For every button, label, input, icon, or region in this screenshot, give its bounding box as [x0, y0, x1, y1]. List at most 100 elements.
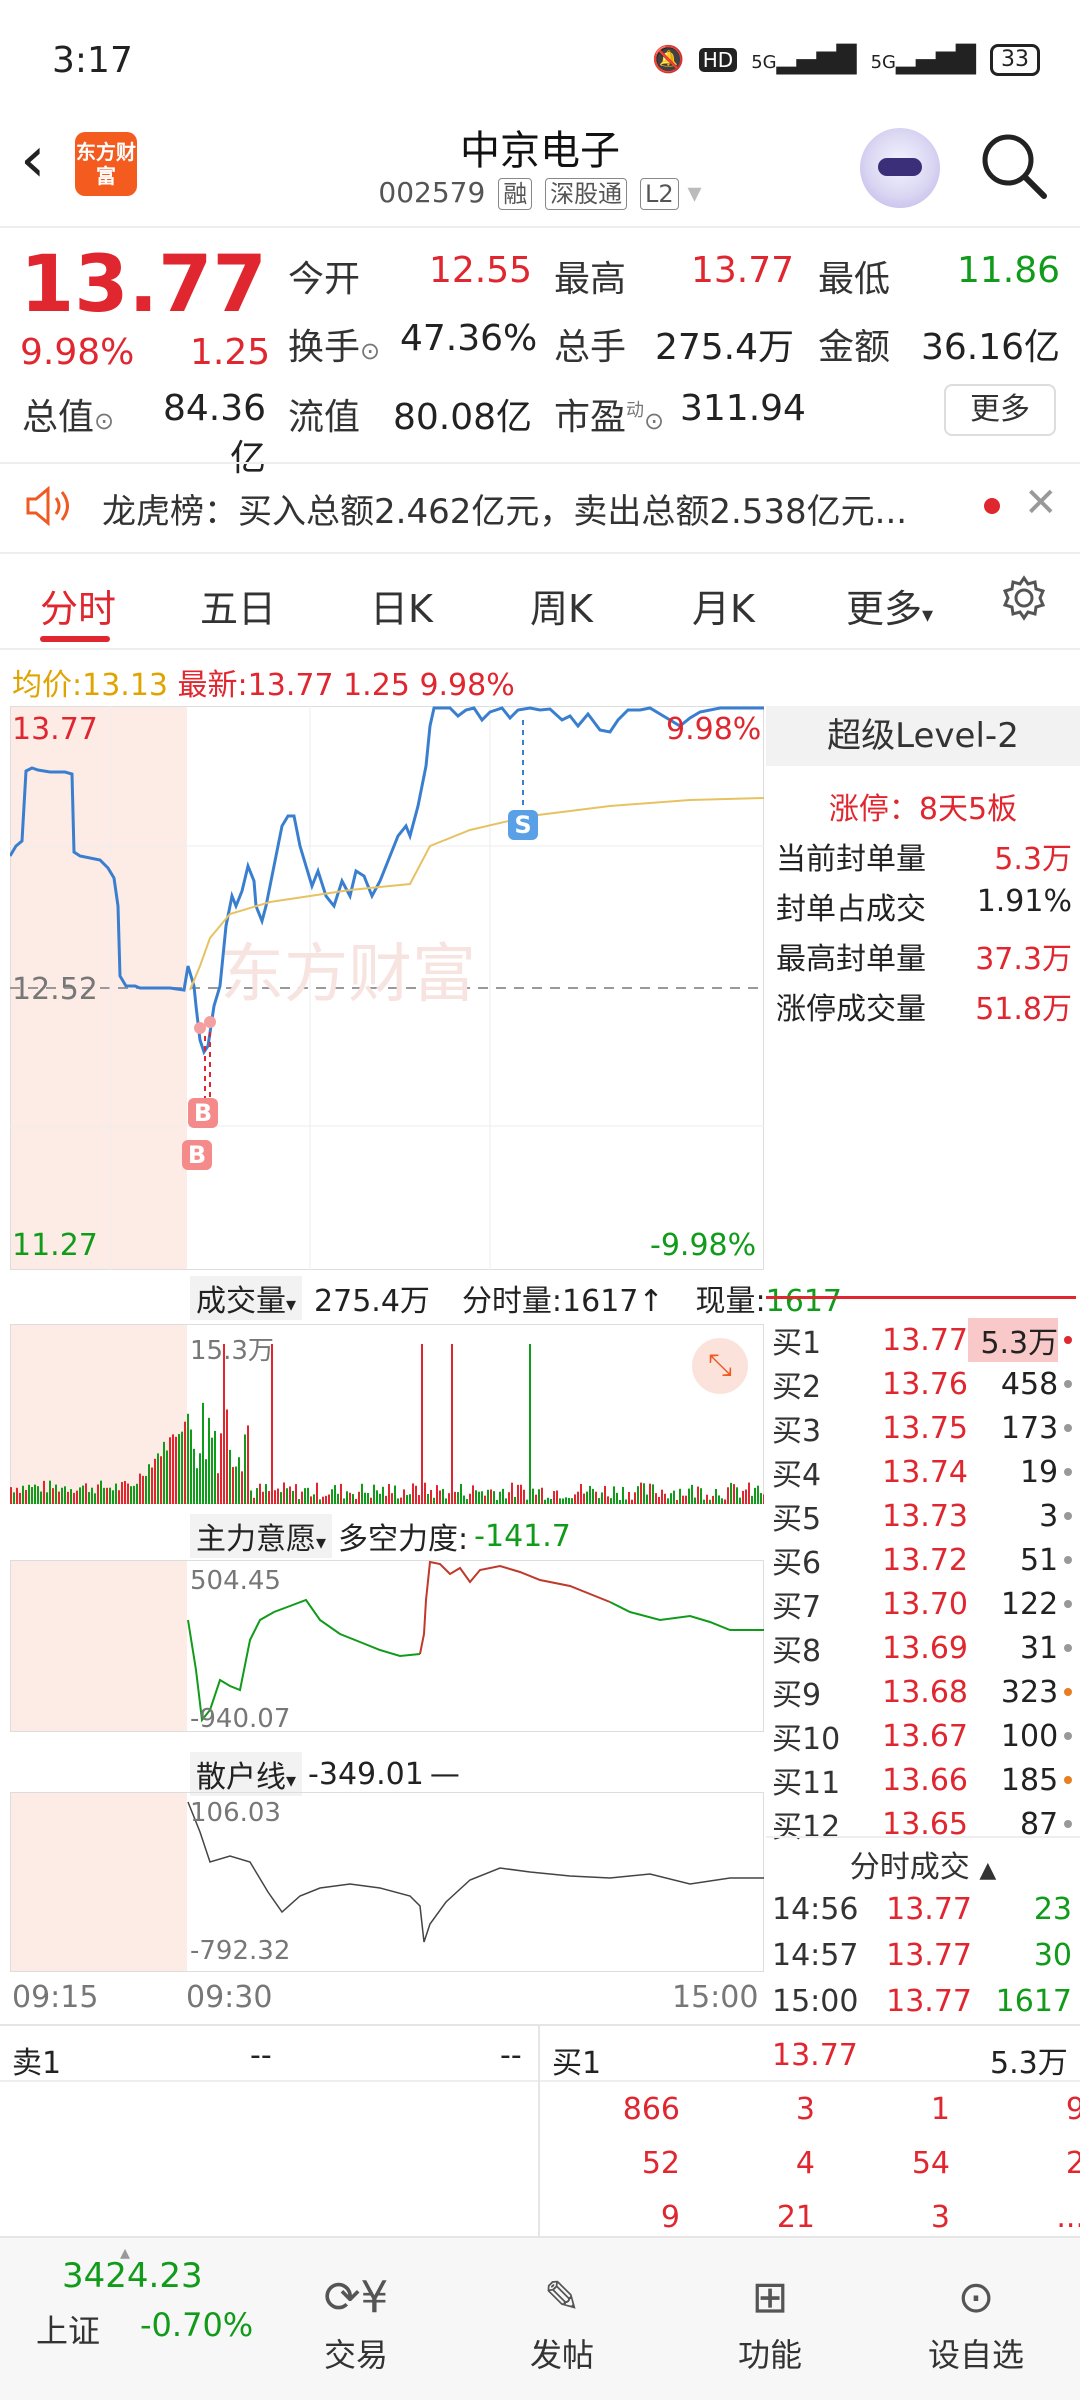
close-icon[interactable]: ✕	[1024, 480, 1058, 526]
volume-bar	[178, 1434, 180, 1504]
volume-bar	[490, 1489, 492, 1504]
book-dot	[1064, 1556, 1072, 1564]
sell-marker[interactable]: S	[508, 810, 538, 840]
hd-icon: HD	[698, 48, 738, 72]
book-row[interactable]: 买8 13.69 31	[772, 1626, 1072, 1670]
sell1-label: 卖1	[12, 2046, 62, 2081]
volume-selector[interactable]: 成交量▾	[190, 1276, 303, 1320]
tab-five-day[interactable]: 五日	[200, 578, 276, 633]
volume-bar	[298, 1499, 300, 1504]
gear-icon[interactable]	[1000, 574, 1048, 622]
trade-row: 14:57 13.77 30	[772, 1938, 1072, 1973]
volume-bar	[412, 1483, 414, 1504]
more-button[interactable]: 更多	[944, 384, 1056, 436]
index-pct[interactable]: -0.70%	[140, 2306, 253, 2344]
volume-bar	[514, 1496, 516, 1504]
volume-bar	[292, 1490, 294, 1504]
l2-tag[interactable]: L2	[640, 178, 679, 210]
assistant-robot-icon[interactable]	[860, 128, 940, 208]
tab-more[interactable]: 更多▾	[846, 578, 933, 633]
volume-bar	[415, 1485, 417, 1504]
volume-bar	[106, 1487, 108, 1504]
time-close: 15:00	[672, 1980, 759, 2015]
index-name[interactable]: 上证	[36, 2306, 100, 2352]
volume-bar	[562, 1498, 564, 1504]
buy1-vol: 5.3万	[990, 2046, 1068, 2081]
volume-bar	[325, 1495, 327, 1504]
trades-title[interactable]: 分时成交 ▲	[766, 1842, 1080, 1886]
volume-bar	[604, 1485, 606, 1504]
book-row[interactable]: 买1 13.77 5.3万	[772, 1318, 1072, 1362]
volume-bar	[181, 1431, 183, 1504]
chevron-down-icon[interactable]: ▾	[688, 176, 702, 209]
order-cell: 1	[930, 2092, 950, 2127]
pe-label: 市盈动⊙	[554, 397, 665, 438]
open-label: 今开	[288, 259, 361, 300]
force-selector[interactable]: 主力意愿▾	[190, 1514, 333, 1558]
volume-bar	[421, 1344, 423, 1504]
volume-bar	[313, 1494, 315, 1504]
index-value[interactable]: 3424.23	[62, 2256, 203, 2296]
volume-bar	[70, 1489, 72, 1504]
book-level: 买11	[772, 1766, 841, 1801]
tab-monthly-k[interactable]: 月K	[692, 578, 755, 633]
volume-bar	[559, 1498, 561, 1504]
buy-marker[interactable]: B	[188, 1098, 218, 1128]
book-row[interactable]: 买7 13.70 122	[772, 1582, 1072, 1626]
volume-bar	[712, 1495, 714, 1504]
book-row[interactable]: 买2 13.76 458	[772, 1362, 1072, 1406]
book-row[interactable]: 买3 13.75 173	[772, 1406, 1072, 1450]
turnover-value: 47.36%	[400, 318, 538, 359]
more-dots-icon: ⊙	[957, 2272, 995, 2323]
nav-functions[interactable]: ⊞ 功能	[700, 2270, 840, 2376]
tab-daily-k[interactable]: 日K	[370, 578, 433, 633]
volume-bar	[445, 1498, 447, 1504]
book-row[interactable]: 买6 13.72 51	[772, 1538, 1072, 1582]
float-cap-value: 80.08亿	[392, 397, 532, 438]
volume-bar	[118, 1490, 120, 1504]
volume-bar	[580, 1483, 582, 1504]
book-row[interactable]: 买4 13.74 19	[772, 1450, 1072, 1494]
nav-trade[interactable]: ⟳¥ 交易	[286, 2270, 426, 2376]
volume-bar	[571, 1498, 573, 1504]
nav-watchlist[interactable]: ⊙ 设自选	[906, 2270, 1046, 2376]
volume-bars	[10, 1344, 764, 1504]
buy-marker-2[interactable]: B	[182, 1140, 212, 1170]
tab-intraday[interactable]: 分时	[40, 578, 116, 633]
search-icon[interactable]	[978, 130, 1050, 202]
book-row[interactable]: 买11 13.66 185	[772, 1758, 1072, 1802]
volume-bar	[76, 1490, 78, 1504]
volume-bar	[616, 1492, 618, 1504]
book-volume: 51	[1019, 1542, 1059, 1578]
book-row[interactable]: 买10 13.67 100	[772, 1714, 1072, 1758]
volume-bar	[148, 1464, 150, 1504]
volume-bar	[679, 1488, 681, 1504]
retail-selector[interactable]: 散户线▾	[190, 1752, 303, 1796]
volume-bar	[520, 1484, 522, 1504]
book-dot	[1064, 1820, 1072, 1828]
level2-title[interactable]: 超级Level-2	[766, 706, 1080, 766]
buy1-price: 13.77	[772, 2038, 858, 2073]
volume-bar	[589, 1485, 591, 1504]
book-price: 13.66	[882, 1762, 968, 1798]
book-row[interactable]: 买9 13.68 323	[772, 1670, 1072, 1714]
tab-weekly-k[interactable]: 周K	[530, 578, 593, 633]
price-mid-label: 12.52	[12, 972, 98, 1007]
volume-bar	[154, 1458, 156, 1504]
volume-bar	[352, 1494, 354, 1504]
volume-bar	[316, 1482, 318, 1504]
expand-icon[interactable]: ⤡	[692, 1338, 748, 1394]
volume-bar	[103, 1487, 105, 1504]
volume-bar	[544, 1499, 546, 1504]
book-row[interactable]: 买5 13.73 3	[772, 1494, 1072, 1538]
book-row[interactable]: 买12 13.65 87	[772, 1802, 1072, 1846]
book-dot	[1064, 1776, 1072, 1784]
buy-point-2	[204, 1016, 216, 1028]
volume-bar	[223, 1344, 225, 1504]
volume-bar	[391, 1493, 393, 1504]
news-text[interactable]: 龙虎榜：买入总额2.462亿元，卖出总额2.538亿元...	[102, 484, 907, 533]
book-volume: 19	[1019, 1454, 1059, 1490]
volume-bar	[451, 1344, 453, 1504]
nav-post[interactable]: ✎ 发帖	[492, 2270, 632, 2376]
volume-bar	[496, 1499, 498, 1504]
